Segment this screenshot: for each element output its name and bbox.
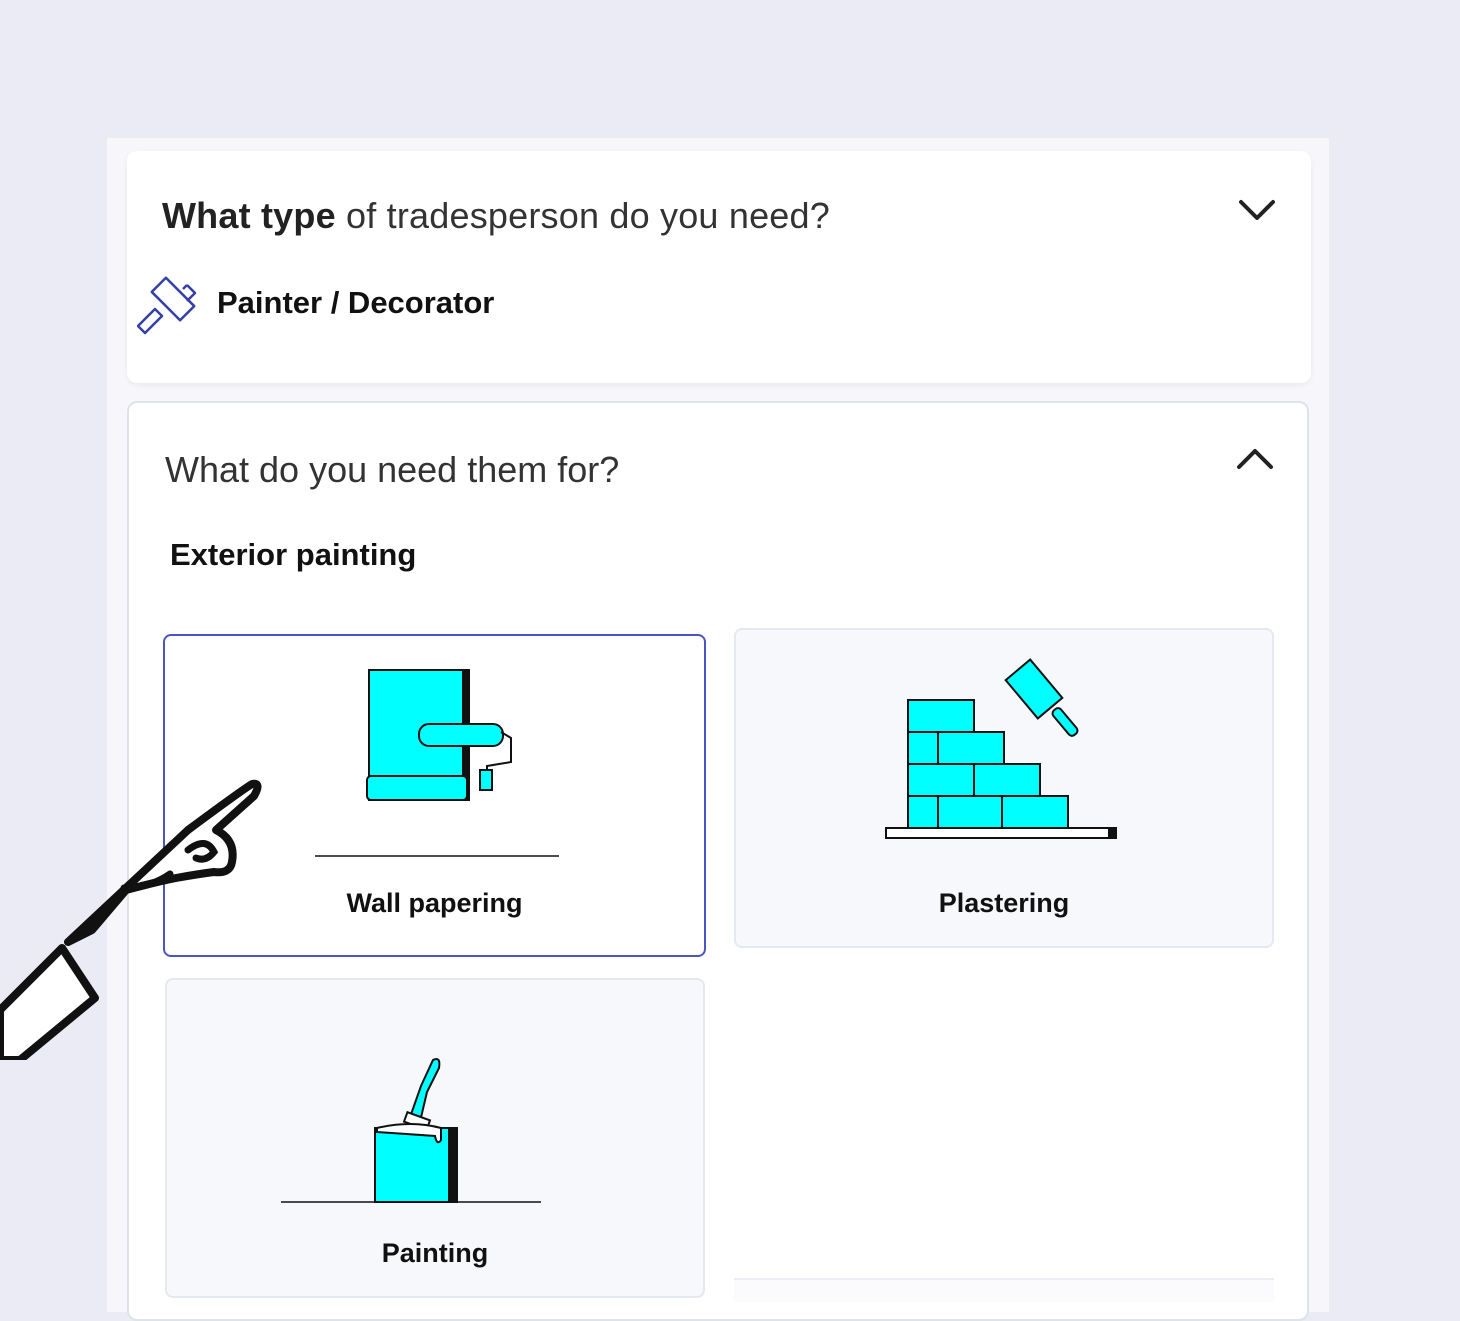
paint-roller-icon xyxy=(137,276,197,335)
brick-wall-trowel-icon xyxy=(885,658,1117,839)
option-plastering[interactable]: Plastering xyxy=(734,628,1274,948)
chevron-up-icon[interactable] xyxy=(1235,443,1275,473)
option-label: Plastering xyxy=(938,888,1070,918)
trade-type-card[interactable]: What type of tradesperson do you need? P… xyxy=(127,151,1311,383)
selected-purpose: Exterior painting xyxy=(170,537,417,572)
paint-can-brush-icon xyxy=(281,1058,541,1203)
option-label: Painting xyxy=(381,1238,489,1268)
selected-trade-label: Painter / Decorator xyxy=(217,285,495,320)
trade-type-question: What type of tradesperson do you need? xyxy=(162,195,830,236)
pointing-hand-icon xyxy=(0,779,262,1060)
chevron-down-icon[interactable] xyxy=(1237,194,1277,224)
purpose-question: What do you need them for? xyxy=(165,449,620,490)
selected-trade: Painter / Decorator xyxy=(137,271,494,335)
wallpaper-roll-icon xyxy=(315,669,559,857)
empty-option-slot xyxy=(734,1278,1274,1302)
